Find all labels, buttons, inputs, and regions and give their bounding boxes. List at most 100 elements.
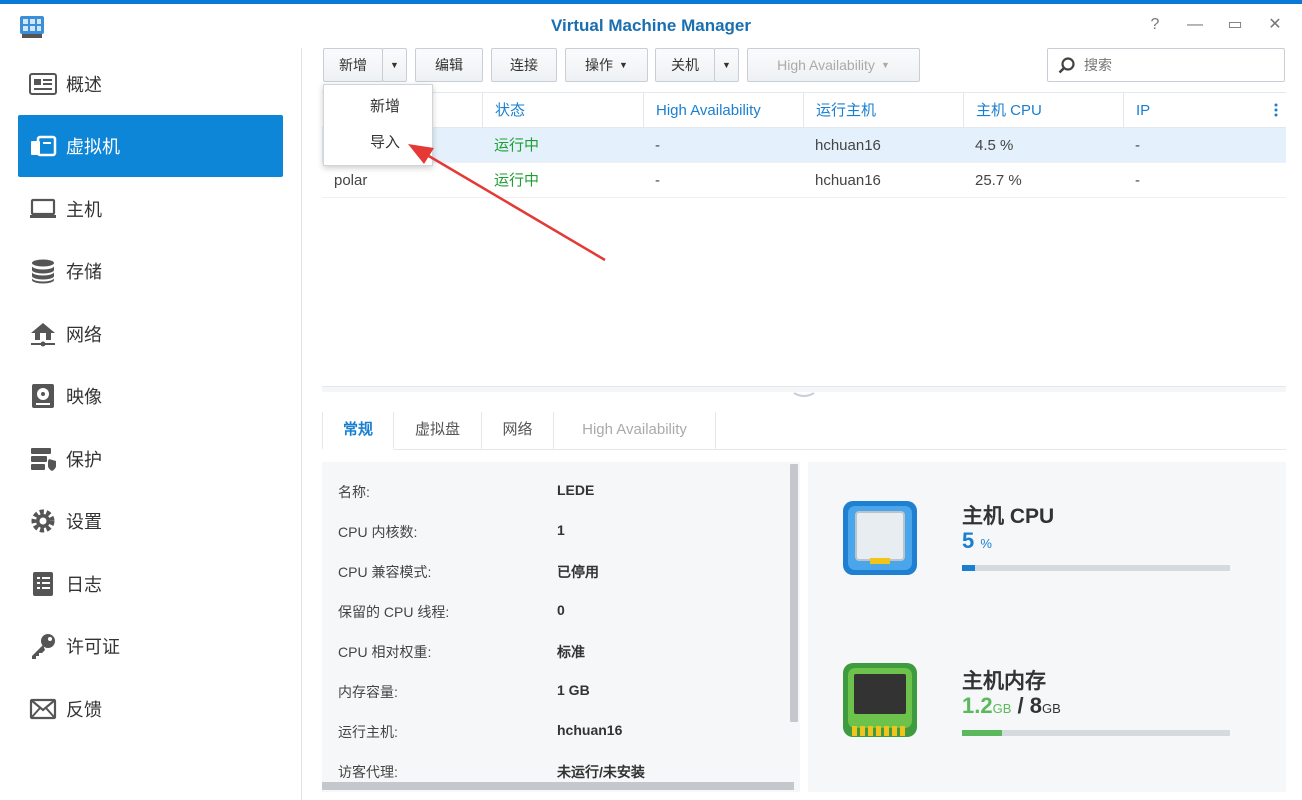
sidebar-item-label: 概述 <box>66 75 102 95</box>
sidebar-item-label: 主机 <box>66 200 102 220</box>
high-availability-button[interactable]: High Availability ▼ <box>747 48 920 82</box>
detail-label: CPU 兼容模式: <box>338 564 432 580</box>
window-title: Virtual Machine Manager <box>551 16 751 35</box>
action-button[interactable]: 操作 ▼ <box>565 48 648 82</box>
image-icon <box>28 381 58 411</box>
search-icon <box>1058 57 1075 74</box>
caret-down-icon: ▼ <box>390 60 399 70</box>
tab-network[interactable]: 网络 <box>482 412 554 450</box>
detail-value: 未运行/未安装 <box>557 764 645 780</box>
tab-general[interactable]: 常规 <box>322 412 394 450</box>
help-icon[interactable]: ? <box>1146 16 1164 34</box>
network-icon <box>28 319 58 349</box>
memory-resource-title: 主机内存 <box>962 670 1046 693</box>
cpu-resource-title: 主机 CPU <box>962 505 1055 528</box>
vm-host-cell: hchuan16 <box>815 137 881 154</box>
annotation-arrow-icon <box>408 144 606 262</box>
minimize-icon[interactable]: — <box>1186 16 1204 34</box>
sidebar-item-feedback[interactable]: 反馈 <box>18 678 283 740</box>
shutdown-dropdown-button[interactable]: ▼ <box>714 48 739 82</box>
memory-used-unit: GB <box>992 701 1012 716</box>
search-input[interactable] <box>1084 55 1274 75</box>
sidebar-item-settings[interactable]: 设置 <box>18 490 283 552</box>
details-horizontal-scrollbar[interactable] <box>322 782 794 790</box>
sidebar-item-storage[interactable]: 存储 <box>18 240 283 302</box>
column-options-icon[interactable] <box>1274 103 1278 117</box>
sidebar-item-license[interactable]: 许可证 <box>18 615 283 677</box>
log-icon <box>28 569 58 599</box>
shutdown-button[interactable]: 关机 <box>655 48 715 82</box>
title-bar: Virtual Machine Manager ? — ▭ ✕ <box>0 0 1302 48</box>
detail-value: 1 <box>557 522 565 538</box>
vm-host-cell: hchuan16 <box>815 172 881 189</box>
memory-separator: / <box>1017 693 1024 718</box>
cpu-unit: % <box>980 536 992 551</box>
ha-label: High Availability <box>777 57 875 73</box>
memory-total: 8 <box>1029 693 1043 718</box>
detail-label: 保留的 CPU 线程: <box>338 604 450 620</box>
column-header-ha[interactable]: High Availability <box>643 93 803 129</box>
sidebar-item-label: 网络 <box>66 325 102 345</box>
detail-value: 已停用 <box>557 564 599 580</box>
detail-value: 1 GB <box>557 682 590 698</box>
storage-icon <box>28 256 58 286</box>
sidebar-item-network[interactable]: 网络 <box>18 303 283 365</box>
caret-down-icon: ▼ <box>619 60 628 70</box>
drag-handle-icon <box>793 392 815 397</box>
memory-usage-bar <box>962 730 1230 736</box>
cpu-chip-icon <box>843 501 917 575</box>
new-dropdown-button[interactable]: ▼ <box>382 48 407 82</box>
settings-icon <box>28 506 58 536</box>
detail-label: CPU 内核数: <box>338 524 418 540</box>
connect-button[interactable]: 连接 <box>491 48 557 82</box>
detail-tabs: 常规 虚拟盘 网络 High Availability <box>322 412 1286 450</box>
vm-icon <box>28 131 58 161</box>
sidebar-item-label: 存储 <box>66 262 102 282</box>
sidebar: 概述 虚拟机 主机 存储 网络 映像 保护 设置 日志 许可证 反馈 <box>0 48 302 800</box>
vm-ip-cell: - <box>1135 172 1140 189</box>
detail-label: CPU 相对权重: <box>338 644 432 660</box>
sidebar-item-protection[interactable]: 保护 <box>18 428 283 490</box>
sidebar-item-overview[interactable]: 概述 <box>18 53 283 115</box>
tab-virtual-disk[interactable]: 虚拟盘 <box>394 412 482 450</box>
cpu-usage-fill <box>962 565 976 571</box>
details-vertical-scrollbar[interactable] <box>790 464 798 722</box>
sidebar-item-log[interactable]: 日志 <box>18 553 283 615</box>
column-header-host[interactable]: 运行主机 <box>803 93 963 129</box>
memory-usage-value: 1.2GB / 8GB <box>962 693 1061 719</box>
new-button[interactable]: 新增 <box>323 48 383 82</box>
cpu-usage-value: 5 % <box>962 528 992 554</box>
vm-ha-cell: - <box>655 172 660 189</box>
detail-label: 名称: <box>338 484 370 500</box>
sidebar-item-host[interactable]: 主机 <box>18 178 283 240</box>
detail-value: 0 <box>557 602 565 618</box>
host-resource-panel: 主机 CPU 5 % 主机内存 1.2GB / 8GB <box>808 462 1286 792</box>
column-header-cpu[interactable]: 主机 CPU <box>963 93 1123 129</box>
pane-splitter[interactable] <box>322 386 1286 397</box>
tab-high-availability[interactable]: High Availability <box>554 412 716 450</box>
table-header: 状态 High Availability 运行主机 主机 CPU IP <box>322 92 1286 129</box>
sidebar-item-label: 日志 <box>66 575 102 595</box>
search-field[interactable] <box>1047 48 1285 82</box>
sidebar-item-image[interactable]: 映像 <box>18 365 283 427</box>
cpu-percent: 5 <box>962 528 975 553</box>
vm-ip-cell: - <box>1135 137 1140 154</box>
memory-used: 1.2 <box>962 693 993 718</box>
close-icon[interactable]: ✕ <box>1266 16 1284 34</box>
cpu-usage-bar <box>962 565 1230 571</box>
sidebar-item-label: 反馈 <box>66 700 102 720</box>
caret-down-icon: ▼ <box>880 60 890 70</box>
vm-ha-cell: - <box>655 137 660 154</box>
action-label: 操作 <box>585 57 614 73</box>
vm-cpu-cell: 4.5 % <box>975 137 1014 154</box>
maximize-icon[interactable]: ▭ <box>1226 16 1244 34</box>
column-header-ip[interactable]: IP <box>1123 93 1263 129</box>
sidebar-item-vm[interactable]: 虚拟机 <box>18 115 283 177</box>
edit-button[interactable]: 编辑 <box>415 48 483 82</box>
detail-label: 访客代理: <box>338 764 398 780</box>
memory-chip-icon <box>843 663 917 737</box>
sidebar-item-label: 映像 <box>66 387 102 407</box>
detail-label: 运行主机: <box>338 724 398 740</box>
menu-item-new[interactable]: 新增 <box>324 89 432 125</box>
column-header-status[interactable]: 状态 <box>482 93 643 129</box>
